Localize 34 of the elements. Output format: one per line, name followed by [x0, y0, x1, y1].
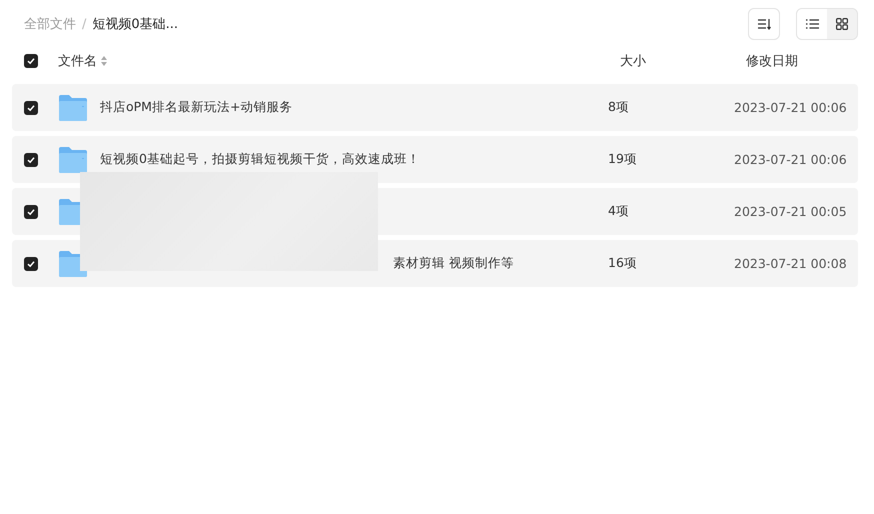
- modified-date: 2023-07-21 00:06: [734, 152, 848, 167]
- item-count: 19项: [608, 151, 638, 168]
- breadcrumb-separator: /: [82, 16, 86, 32]
- grid-icon: [836, 18, 848, 30]
- row-checkbox[interactable]: [24, 152, 38, 166]
- file-name[interactable]: 抖店oPM排名最新玩法+动销服务: [100, 99, 608, 116]
- item-count: 16项: [608, 255, 638, 272]
- file-row[interactable]: 短视频0基础起号，拍摄剪辑短视频干货，高效速成班！ 19项 2023-07-21 00:06: [12, 136, 858, 183]
- row-checkbox[interactable]: [24, 256, 38, 270]
- check-icon: [27, 57, 35, 65]
- modified-date: 2023-07-21 00:05: [734, 204, 848, 219]
- check-icon: [27, 156, 35, 164]
- select-all-checkbox[interactable]: [24, 54, 38, 68]
- current-folder: 短视频0基础...: [92, 16, 178, 33]
- modified-date: 2023-07-21 00:06: [734, 100, 848, 115]
- column-header: 大小: [620, 53, 646, 70]
- column-header[interactable]: 文件名: [58, 52, 97, 70]
- file-name[interactable]: 短视频0基础起号，拍摄剪辑短视频干货，高效速成班！: [100, 151, 608, 168]
- column-header: 修改日期: [746, 53, 798, 70]
- check-icon: [27, 260, 35, 268]
- file-row[interactable]: 抖店oPM排名最新玩法+动销服务 8项 2023-07-21 00:06: [12, 84, 858, 131]
- folder-icon: [58, 94, 88, 122]
- row-checkbox[interactable]: [24, 204, 38, 218]
- row-checkbox[interactable]: [24, 100, 38, 114]
- sort-button[interactable]: [748, 8, 780, 40]
- item-count: 8项: [608, 99, 630, 116]
- folder-icon: [58, 146, 88, 174]
- check-icon: [27, 104, 35, 112]
- item-count: 4项: [608, 203, 630, 220]
- list-icon: [806, 19, 818, 29]
- modified-date: 2023-07-21 00:08: [734, 256, 848, 271]
- list-view-button[interactable]: [797, 9, 827, 39]
- check-icon: [27, 208, 35, 216]
- sort-icon: [757, 18, 771, 30]
